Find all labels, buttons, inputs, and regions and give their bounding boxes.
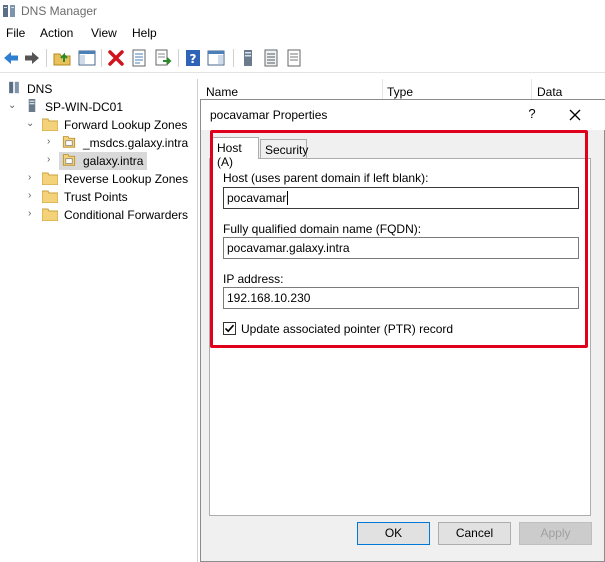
tree-label-reverse: Reverse Lookup Zones: [64, 172, 189, 186]
up-folder-icon[interactable]: [53, 49, 71, 67]
chevron-right-icon[interactable]: ›: [47, 137, 57, 147]
delete-icon[interactable]: [107, 49, 125, 67]
chevron-right-icon[interactable]: ›: [47, 155, 57, 165]
show-hide-action-pane-icon[interactable]: [207, 49, 225, 67]
dns-server-icon[interactable]: [239, 49, 257, 67]
tree-item-server[interactable]: ⌄ SP-WIN-DC01: [0, 98, 196, 116]
tree-item-dns[interactable]: DNS: [0, 80, 196, 98]
tree-label-dns: DNS: [27, 82, 53, 96]
folder-icon: [42, 172, 58, 185]
tree-label-msdcs: _msdcs.galaxy.intra: [83, 136, 189, 150]
tree-item-reverse-lookup-zones[interactable]: › Reverse Lookup Zones: [0, 170, 196, 188]
dns-manager-app-icon: [3, 5, 15, 17]
properties-icon[interactable]: [130, 49, 148, 67]
column-header-name[interactable]: Name: [206, 85, 238, 99]
show-hide-tree-icon[interactable]: [78, 49, 96, 67]
menu-file[interactable]: File: [6, 26, 25, 40]
tree-label-trust: Trust Points: [64, 190, 128, 204]
export-list-icon[interactable]: [154, 49, 172, 67]
window-title: DNS Manager: [21, 4, 98, 18]
tree-item-conditional-forwarders[interactable]: › Conditional Forwarders: [0, 206, 196, 224]
highlight-annotation: [210, 130, 588, 348]
title-bar: DNS Manager: [0, 0, 605, 22]
tree-label-forward: Forward Lookup Zones: [64, 118, 188, 132]
tree-item-msdcs-zone[interactable]: › _msdcs.galaxy.intra: [0, 134, 196, 152]
chevron-right-icon[interactable]: ›: [28, 173, 38, 183]
chevron-down-icon[interactable]: ⌄: [26, 119, 36, 129]
menu-bar: File Action View Help: [0, 22, 605, 44]
help-icon[interactable]: ?: [184, 49, 202, 67]
cancel-button[interactable]: Cancel: [438, 522, 511, 545]
column-separator: [382, 79, 383, 99]
close-icon[interactable]: [566, 106, 584, 124]
folder-icon: [42, 118, 58, 131]
menu-view[interactable]: View: [91, 26, 117, 40]
dialog-title: pocavamar Properties: [210, 108, 328, 122]
tree-item-galaxy-zone[interactable]: › galaxy.intra: [0, 152, 196, 170]
tree-label-conditional: Conditional Forwarders: [64, 208, 189, 222]
chevron-right-icon[interactable]: ›: [28, 209, 38, 219]
tree-label-galaxy: galaxy.intra: [83, 154, 144, 168]
console-tree: DNS ⌄ SP-WIN-DC01 ⌄ Forward Lookup Zones…: [0, 79, 198, 562]
toolbar: ?: [0, 44, 605, 73]
tree-item-trust-points[interactable]: › Trust Points: [0, 188, 196, 206]
menu-help[interactable]: Help: [132, 26, 157, 40]
folder-icon: [42, 208, 58, 221]
record-properties-icon[interactable]: [285, 49, 303, 67]
forward-icon[interactable]: [23, 49, 41, 67]
back-icon[interactable]: [2, 49, 20, 67]
tree-item-forward-lookup-zones[interactable]: ⌄ Forward Lookup Zones: [0, 116, 196, 134]
column-header-type[interactable]: Type: [387, 85, 413, 99]
ok-button[interactable]: OK: [357, 522, 430, 545]
toolbar-separator: [101, 49, 102, 67]
record-list-icon[interactable]: [262, 49, 280, 67]
toolbar-separator: [233, 49, 234, 67]
menu-action[interactable]: Action: [40, 26, 73, 40]
tree-label-server: SP-WIN-DC01: [45, 100, 124, 114]
help-button[interactable]: ?: [524, 106, 540, 124]
dialog-title-bar: pocavamar Properties ?: [201, 100, 605, 130]
dns-icon: [9, 81, 19, 94]
apply-button[interactable]: Apply: [519, 522, 592, 545]
column-separator: [531, 79, 532, 99]
chevron-down-icon[interactable]: ⌄: [8, 101, 18, 111]
toolbar-separator: [46, 49, 47, 67]
column-header-data[interactable]: Data: [537, 85, 562, 99]
chevron-right-icon[interactable]: ›: [28, 191, 38, 201]
svg-text:?: ?: [190, 52, 197, 66]
zone-icon: [62, 154, 76, 166]
toolbar-separator: [178, 49, 179, 67]
folder-icon: [42, 190, 58, 203]
zone-icon: [62, 136, 76, 148]
server-icon: [28, 99, 36, 112]
